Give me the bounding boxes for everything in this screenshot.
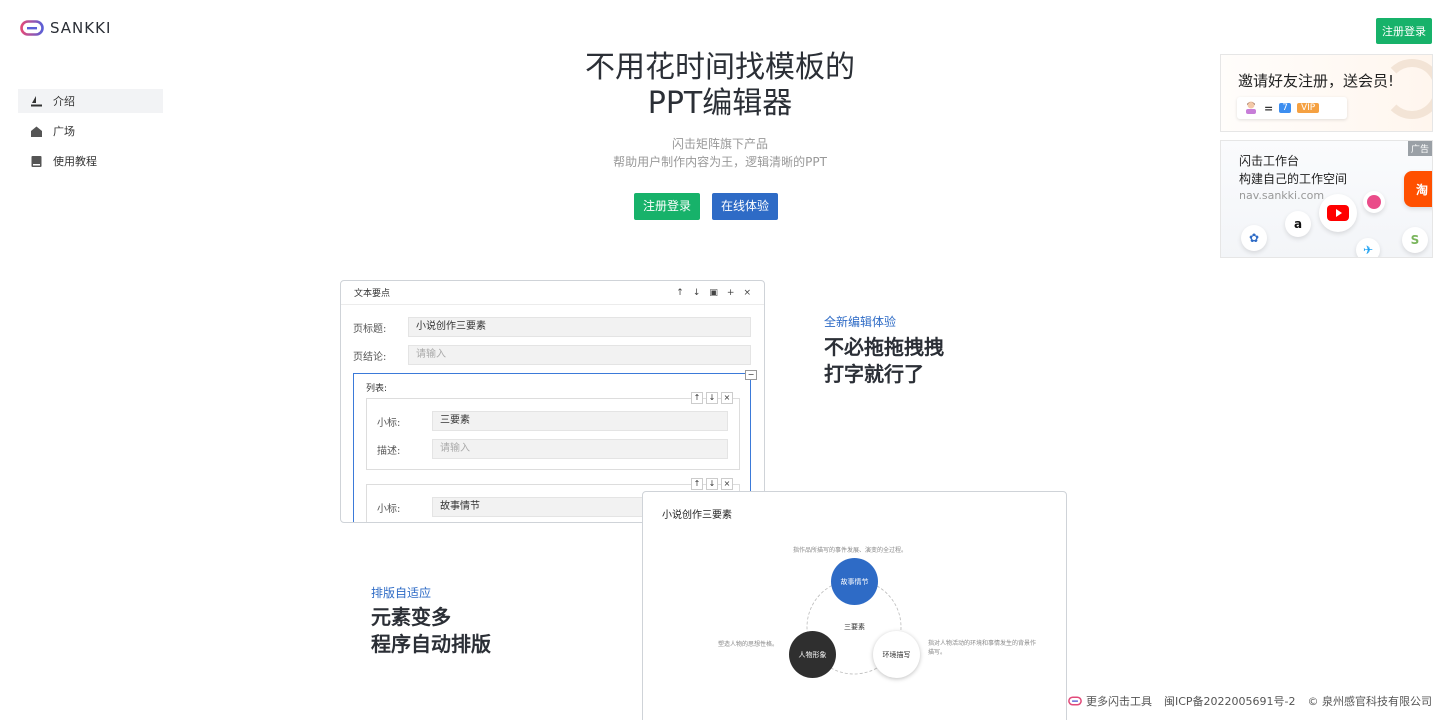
workspace-ad-title: 闪击工作台 [1239, 154, 1300, 168]
vip-badge: VIP [1296, 103, 1320, 113]
try-online-button[interactable]: 在线体验 [712, 193, 779, 220]
outline-editor-panel: 文本要点 ↑ ↓ ▣ + × 页标题: 小说创作三要素 页结论: 请输入 − 列… [340, 280, 765, 523]
feature-headline-line2: 打字就行了 [824, 362, 924, 386]
sankki-logo-icon [20, 20, 44, 36]
sidebar-item-square[interactable]: 广场 [18, 119, 163, 143]
icp-link[interactable]: 闽ICP备2022005691号-2 [1164, 693, 1296, 709]
move-up-icon[interactable]: ↑ [691, 478, 703, 490]
slide-preview: 小说创作三要素 三要素 指作品所描写的事件发展、演变的全过程。 故事情节 塑造人… [642, 491, 1067, 720]
node-note: 指作品所描写的事件发展、演变的全过程。 [793, 547, 908, 554]
more-tools-label: 更多闪击工具 [1085, 695, 1152, 708]
collapse-icon[interactable]: − [745, 370, 757, 380]
register-login-button[interactable]: 注册登录 [634, 193, 701, 220]
hero-subtitle-line2: 帮助用户制作内容为王，逻辑清晰的PPT [613, 155, 827, 169]
editor-toolbar: ↑ ↓ ▣ + × [676, 288, 751, 298]
home-icon [31, 126, 42, 137]
equals-icon: = [1264, 101, 1274, 115]
page-title-label: 页标题: [353, 323, 387, 335]
header-login-button[interactable]: 注册登录 [1376, 18, 1432, 44]
hero-title: 不用花时间找模板的 PPT编辑器 [500, 50, 940, 122]
feature-tag: 全新编辑体验 [824, 315, 897, 329]
feature-headline: 元素变多 程序自动排版 [371, 604, 491, 658]
dribbble-icon [1363, 191, 1385, 213]
page-conclusion-row: 页结论: 请输入 [353, 345, 751, 365]
feature-headline-line1: 不必拖拖拽拽 [824, 335, 944, 359]
page-title-row: 页标题: 小说创作三要素 [353, 317, 751, 337]
close-icon[interactable]: × [743, 288, 751, 298]
workspace-ad-url: nav.sankki.com [1239, 189, 1325, 202]
vip-days-badge: 7 [1279, 103, 1291, 113]
delete-icon[interactable]: × [721, 392, 733, 404]
amazon-icon: a [1285, 211, 1311, 237]
workspace-ad-card[interactable]: 广告 闪击工作台 构建自己的工作空间 nav.sankki.com a 淘 ✿ … [1220, 140, 1433, 258]
sidebar-item-label: 使用教程 [53, 155, 97, 168]
page-title-input[interactable]: 小说创作三要素 [408, 317, 751, 337]
feature-tag: 排版自适应 [371, 586, 432, 600]
copyright: © 泉州感官科技有限公司 [1307, 695, 1433, 708]
sidebar-item-intro[interactable]: 介绍 [18, 89, 163, 113]
person-icon [1244, 100, 1258, 117]
hero-actions: 注册登录 在线体验 [634, 193, 779, 220]
ad-tag: 广告 [1407, 141, 1432, 156]
hero-title-line2: PPT编辑器 [647, 86, 793, 121]
list-item: ↑ ↓ × [366, 392, 740, 470]
editor-title: 文本要点 [354, 289, 391, 299]
taobao-icon: 淘 [1404, 171, 1432, 207]
node-note: 塑造人物的思想性格。 [718, 641, 779, 648]
move-down-icon[interactable]: ↓ [706, 392, 718, 404]
page-conclusion-input[interactable]: 请输入 [408, 345, 751, 365]
sidebar-item-label: 广场 [53, 125, 75, 138]
twitter-icon: ✈ [1356, 238, 1380, 257]
item-subtitle-label: 小标: [377, 503, 401, 515]
feature-headline: 不必拖拖拽拽 打字就行了 [824, 334, 944, 388]
invite-ad-title: 邀请好友注册，送会员! [1238, 72, 1395, 90]
item-desc-input[interactable]: 请输入 [432, 439, 728, 459]
brand-name: SANKKI [50, 19, 112, 37]
sidebar: 介绍 广场 使用教程 [18, 89, 163, 179]
youtube-icon [1319, 194, 1357, 232]
workspace-ad-subtitle: 构建自己的工作空间 [1239, 172, 1348, 186]
footer: 更多闪击工具 闽ICP备2022005691号-2 © 泉州感官科技有限公司 [1068, 693, 1432, 709]
editor-header: 文本要点 ↑ ↓ ▣ + × [341, 281, 764, 305]
book-icon [31, 155, 42, 167]
hero-subtitle-line1: 闪击矩阵旗下产品 [671, 137, 768, 151]
page-conclusion-label: 页结论: [353, 351, 387, 363]
more-tools-link[interactable]: 更多闪击工具 [1068, 693, 1152, 709]
diagram-center-label: 三要素 [844, 623, 865, 631]
item-desc-row: 描述: 请输入 [377, 439, 728, 459]
list-label: 列表: [366, 384, 388, 394]
move-up-icon[interactable]: ↑ [691, 392, 703, 404]
save-icon[interactable]: ▣ [709, 288, 718, 298]
sidebar-item-label: 介绍 [53, 95, 75, 108]
node-note: 指对人物活动的环境和事情发生的背景作描写。 [928, 640, 1037, 656]
move-down-icon[interactable]: ↓ [693, 288, 701, 298]
item-subtitle-row: 小标: 三要素 [377, 411, 728, 431]
invite-ad-card[interactable]: 邀请好友注册，送会员! = 7 VIP [1220, 54, 1433, 132]
brand-logo[interactable]: SANKKI [20, 19, 111, 37]
move-down-icon[interactable]: ↓ [706, 478, 718, 490]
diagram-node-plot: 故事情节 [831, 558, 878, 605]
sidebar-item-tutorial[interactable]: 使用教程 [18, 149, 163, 173]
feature-headline-line1: 元素变多 [371, 605, 451, 629]
hero-title-line1: 不用花时间找模板的 [585, 50, 855, 85]
item-subtitle-label: 小标: [377, 417, 401, 429]
item-toolbar: ↑ ↓ × [691, 392, 733, 404]
diagram-node-environment: 环境描写 [873, 631, 920, 678]
baidu-icon: ✿ [1241, 225, 1267, 251]
item-toolbar: ↑ ↓ × [691, 478, 733, 490]
delete-icon[interactable]: × [721, 478, 733, 490]
shopify-icon: S [1402, 227, 1428, 253]
sankki-logo-icon [1068, 696, 1082, 706]
add-icon[interactable]: + [727, 288, 735, 298]
diagram-node-character: 人物形象 [789, 631, 836, 678]
cycle-diagram-ring [806, 579, 902, 675]
item-subtitle-input[interactable]: 三要素 [432, 411, 728, 431]
feature-headline-line2: 程序自动排版 [371, 632, 491, 656]
invite-reward-box: = 7 VIP [1237, 97, 1347, 119]
boat-icon [31, 95, 42, 107]
move-up-icon[interactable]: ↑ [676, 288, 684, 298]
item-desc-label: 描述: [377, 445, 401, 457]
